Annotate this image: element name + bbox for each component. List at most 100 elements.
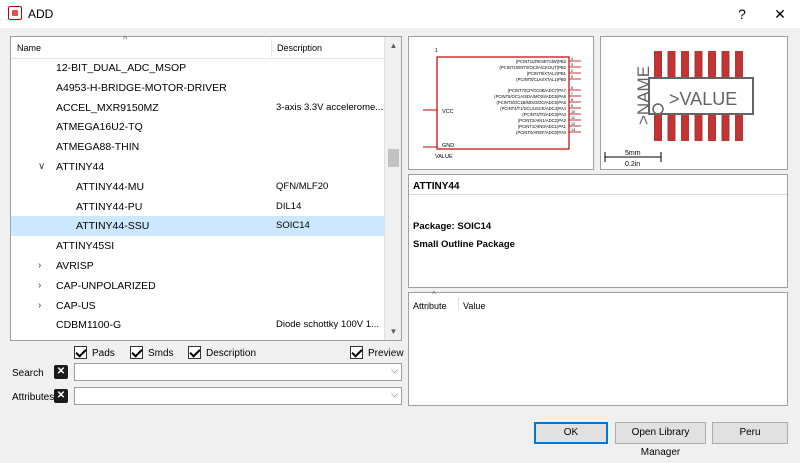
tree-row[interactable]: ATMEGA88-THIN (11, 137, 384, 157)
tree-row[interactable]: ATTINY44-SSU SOIC14 (11, 216, 384, 237)
tree-row-name: ATTINY45SI (56, 240, 115, 253)
scroll-down-icon[interactable]: ▼ (385, 323, 402, 340)
pin1-marker (652, 103, 664, 115)
gnd-label: GND (442, 143, 454, 149)
symbol-pin-number: 8 (571, 98, 573, 102)
scale-mm: 5mm (625, 150, 641, 157)
tree-row[interactable]: ATTINY45SI (11, 236, 384, 256)
attributes-label: Attributes (12, 392, 55, 403)
symbol-pin-label: (PCINT2/AIN1/ADC2)PA2 (518, 118, 567, 123)
scroll-up-icon[interactable]: ▲ (385, 37, 402, 54)
package-name-text: >NAME (634, 66, 653, 125)
tree-row[interactable]: CAP-US › (11, 296, 384, 316)
open-library-manager-button[interactable]: Open Library Manager (615, 422, 706, 458)
tree-row-name: ATTINY44-MU (76, 180, 145, 193)
preview-label: Preview (368, 348, 404, 359)
symbol-pin-number: 2 (571, 69, 573, 73)
attributes-table[interactable]: ^ Attribute Value (408, 290, 788, 406)
symbol-pin-number: 9 (571, 104, 573, 108)
schematic-symbol: 1 VCC GND VALUE (PCINT11/RESET/dW)PB3 4(P… (423, 48, 581, 160)
chevron-down-icon[interactable]: ∨ (38, 157, 45, 177)
tree-row-name: CDBM1100-G (56, 319, 122, 332)
title-bar (0, 0, 800, 28)
tree-row[interactable]: ATTINY44-PU DIL14 (11, 197, 384, 217)
tree-row-name: CAP-UNPOLARIZED (56, 279, 156, 292)
symbol-pin-number: 10 (571, 110, 575, 114)
symbol-pin-label: (PCINT5/OC1B/MISO/DO/ADC5)PA5 (497, 100, 567, 105)
column-header-attribute[interactable]: Attribute (413, 301, 447, 311)
column-header-value[interactable]: Value (463, 301, 485, 311)
chevron-down-icon[interactable]: ⌵ (391, 389, 398, 400)
symbol-pin-label: (PCINT10/INT0/OC0A/CKOUT)PB2 (499, 65, 566, 70)
tree-row[interactable]: ACCEL_MXR9150MZ 3-axis 3.3V accelerome... (11, 98, 384, 118)
window-title: ADD (28, 7, 54, 21)
symbol-pin-number: 3 (571, 63, 573, 67)
symbol-pin-label: (PCINT0/AREF/ADC0)PA0 (516, 130, 567, 135)
description-checkbox[interactable] (188, 346, 201, 359)
device-tree[interactable]: ^ Name Description 12-BIT_DUAL_ADC_MSOP A… (10, 34, 402, 341)
symbol-pin-label: (PCINT1/AIN0/ADC1)PA1 (518, 124, 567, 129)
tree-row[interactable]: CAP-UNPOLARIZED › (11, 276, 384, 296)
app-icon (8, 6, 22, 20)
right-pins: (PCINT11/RESET/dW)PB3 4 (PCINT10/INT0/OC0A… (494, 57, 581, 135)
package-footprint: >VALUE >NAME 5mm 0.2in (604, 51, 754, 168)
tree-row-name: CAP-US (56, 299, 96, 312)
description-label: Description (206, 348, 257, 359)
tree-row-description: 3-axis 3.3V accelerome... (276, 101, 384, 113)
peru-button[interactable]: Peru (712, 422, 788, 444)
tree-row-name: A4953-H-BRIDGE-MOTOR-DRIVER (56, 81, 227, 94)
package-description: Small Outline Package (413, 239, 515, 250)
column-header-description[interactable]: Description (277, 43, 322, 53)
symbol-value: VALUE (435, 154, 453, 160)
tree-row[interactable]: ATMEGA16U2-TQ (11, 117, 384, 137)
tree-row[interactable]: CDBM1100-G Diode schottky 100V 1... (11, 315, 384, 335)
package-line: Package: SOIC14 (413, 221, 492, 232)
symbol-pin-label: (PCINT7/ICP/OC0B/ADC7)PA7 (508, 88, 567, 93)
chevron-right-icon[interactable]: › (38, 276, 41, 296)
tree-row-name: ATMEGA88-THIN (56, 141, 140, 154)
symbol-preview: 1 VCC GND VALUE (PCINT11/RESET/dW)PB3 4 (P… (408, 36, 594, 170)
package-preview: >VALUE >NAME 5mm 0.2in (600, 36, 788, 170)
preview-checkbox[interactable] (350, 346, 363, 359)
tree-header: ^ Name Description (11, 34, 385, 59)
tree-row[interactable]: ATTINY44-MU QFN/MLF20 (11, 177, 384, 197)
symbol-pin-number: 11 (571, 116, 575, 120)
symbol-pin-label: (PCINT8/CLKI/XTAL1)PB0 (516, 77, 566, 82)
column-header-name[interactable]: Name (17, 43, 41, 53)
search-combobox[interactable]: ⌵ (74, 363, 402, 381)
attributes-combobox[interactable]: ⌵ (74, 387, 402, 405)
tree-scrollbar[interactable]: ▲ ▼ (384, 37, 401, 340)
tree-row[interactable]: A4953-H-BRIDGE-MOTOR-DRIVER (11, 78, 384, 98)
tree-row-name: ACCEL_MXR9150MZ (56, 101, 159, 114)
help-button[interactable]: ? (730, 4, 754, 24)
chevron-down-icon[interactable]: ⌵ (391, 365, 398, 376)
tree-row-description: QFN/MLF20 (276, 180, 329, 192)
column-separator[interactable] (271, 39, 272, 57)
symbol-pin-label: (PCINT11/RESET/dW)PB3 (516, 59, 567, 64)
clear-attributes-icon[interactable]: ✕ (54, 389, 68, 403)
tree-row-description: Diode schottky 100V 1... (276, 319, 379, 331)
tree-row[interactable]: AVRISP › (11, 256, 384, 276)
tree-row-name: ATTINY44-PU (76, 200, 143, 213)
search-label: Search (12, 368, 44, 379)
scroll-thumb[interactable] (388, 149, 399, 167)
pads-checkbox[interactable] (74, 346, 87, 359)
ok-button[interactable]: OK (534, 422, 608, 444)
symbol-pin-number: 5 (571, 75, 573, 79)
tree-row-description: DIL14 (276, 200, 302, 212)
tree-row[interactable]: 12-BIT_DUAL_ADC_MSOP (11, 58, 384, 78)
pads-label: Pads (92, 348, 115, 359)
smds-checkbox[interactable] (130, 346, 143, 359)
tree-row-name: ATTINY44 (56, 161, 105, 173)
close-button[interactable]: ✕ (768, 4, 792, 24)
chevron-right-icon[interactable]: › (38, 256, 41, 276)
clear-search-icon[interactable]: ✕ (54, 365, 68, 379)
tree-row[interactable]: ATTINY44 ∨ (11, 157, 384, 177)
column-separator[interactable] (458, 297, 459, 313)
smds-label: Smds (148, 348, 174, 359)
sort-ascending-icon: ^ (432, 290, 436, 299)
chevron-right-icon[interactable]: › (38, 296, 41, 316)
tree-row-name: 12-BIT_DUAL_ADC_MSOP (56, 62, 187, 74)
symbol-pin-number: 6 (571, 86, 573, 90)
symbol-pin-number: 13 (571, 128, 575, 132)
